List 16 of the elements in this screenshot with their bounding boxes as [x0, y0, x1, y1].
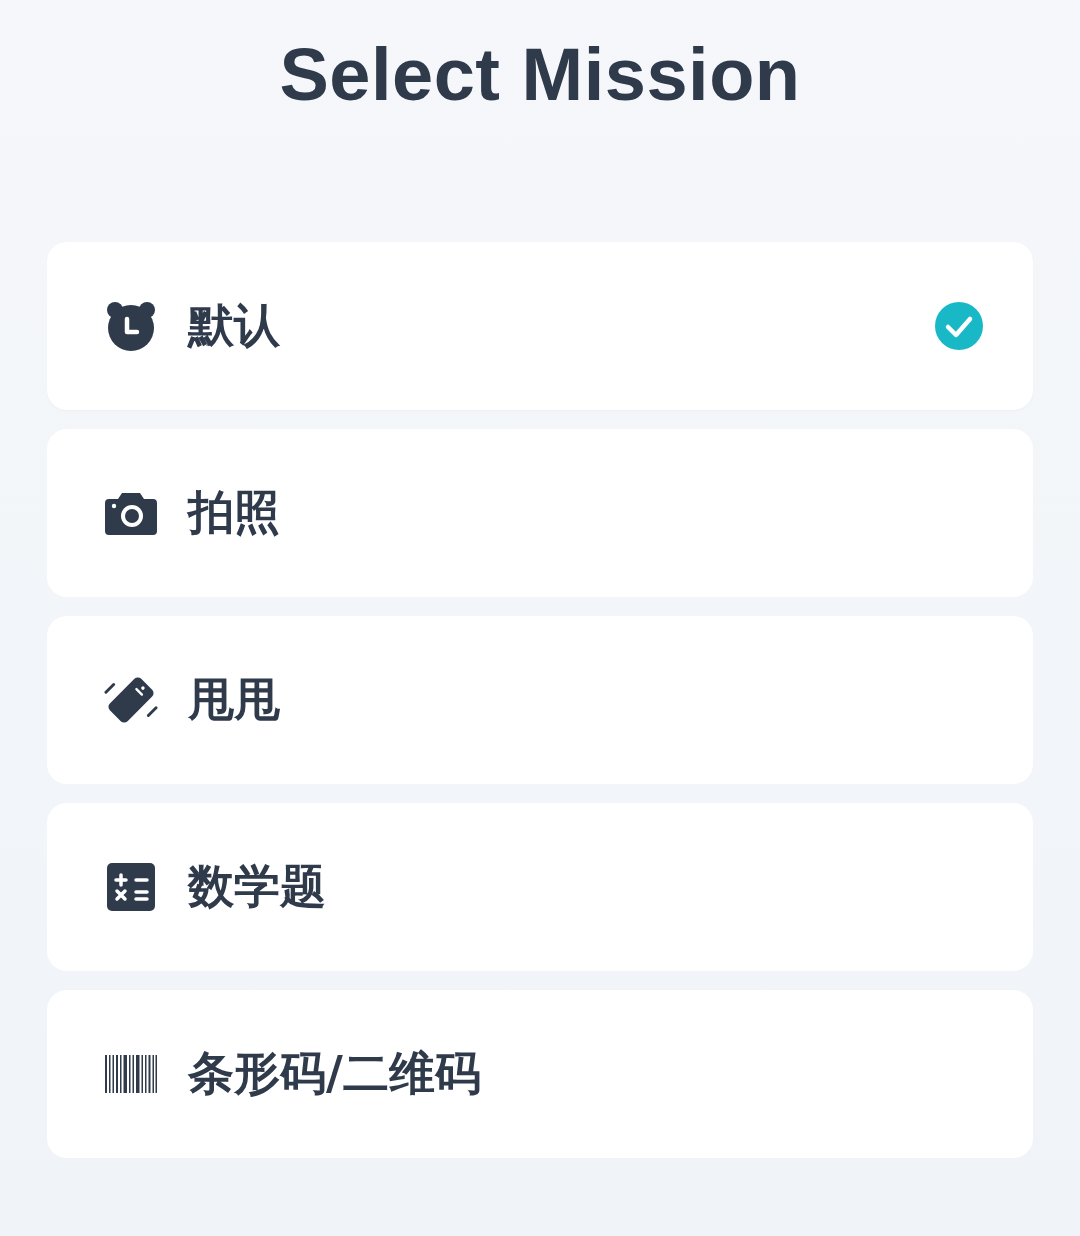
calculator-icon: [107, 863, 155, 911]
mission-label: 拍照: [188, 484, 281, 541]
camera-icon: [105, 491, 157, 535]
mission-option[interactable]: 数学题: [47, 803, 1033, 971]
mission-label: 数学题: [188, 858, 327, 915]
mission-option[interactable]: 默认: [47, 242, 1033, 410]
mission-option[interactable]: 条形码/二维码: [47, 990, 1033, 1158]
check-circle-icon: [935, 302, 983, 350]
mission-option[interactable]: 拍照: [47, 429, 1033, 597]
mission-option[interactable]: 甩甩: [47, 616, 1033, 784]
mission-label: 甩甩: [188, 671, 281, 728]
barcode-icon: [105, 1055, 157, 1093]
mission-label: 条形码/二维码: [188, 1045, 482, 1102]
bear-clock-icon: [106, 301, 156, 351]
mission-label: 默认: [188, 297, 281, 354]
page-title: Select Mission: [279, 32, 801, 118]
